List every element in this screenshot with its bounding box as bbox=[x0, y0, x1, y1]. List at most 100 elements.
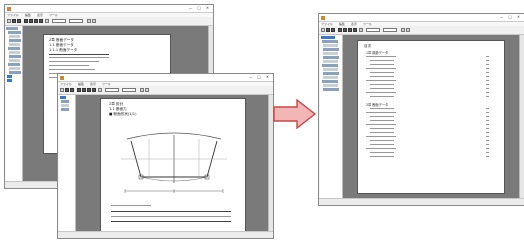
save-icon[interactable] bbox=[65, 87, 69, 92]
toc-line[interactable] bbox=[366, 136, 396, 137]
toc-line[interactable] bbox=[370, 128, 394, 129]
tree-item[interactable] bbox=[9, 71, 21, 74]
tree-item[interactable] bbox=[322, 40, 338, 43]
save-icon[interactable] bbox=[12, 18, 16, 23]
prev-page-icon[interactable] bbox=[343, 27, 347, 32]
tree-item-selected[interactable] bbox=[321, 36, 335, 39]
toc-line[interactable] bbox=[370, 96, 394, 97]
tree-item[interactable] bbox=[323, 44, 338, 47]
toc-line[interactable] bbox=[370, 72, 394, 73]
next-page-icon[interactable] bbox=[348, 27, 352, 32]
toc-line[interactable] bbox=[366, 124, 396, 125]
rotate-icon[interactable] bbox=[401, 27, 405, 32]
tree-item-selected[interactable] bbox=[7, 75, 12, 78]
toc-line[interactable] bbox=[366, 80, 396, 81]
help-icon[interactable] bbox=[92, 18, 96, 23]
tree-item[interactable] bbox=[8, 63, 20, 66]
last-page-icon[interactable] bbox=[39, 18, 43, 23]
help-icon[interactable] bbox=[406, 27, 410, 32]
outline-tree[interactable] bbox=[59, 95, 76, 232]
tree-item[interactable] bbox=[61, 100, 69, 103]
zoom-select[interactable] bbox=[69, 18, 83, 23]
tree-item[interactable] bbox=[323, 68, 338, 71]
tree-item[interactable] bbox=[323, 48, 339, 51]
print-icon[interactable] bbox=[17, 18, 21, 23]
tree-item[interactable] bbox=[323, 56, 339, 59]
tree-item[interactable] bbox=[9, 39, 21, 42]
toc-line[interactable] bbox=[370, 84, 394, 85]
tree-item[interactable] bbox=[323, 72, 339, 75]
tree-item[interactable] bbox=[323, 84, 338, 87]
last-page-icon[interactable] bbox=[92, 87, 96, 92]
toc-line[interactable] bbox=[370, 132, 394, 133]
toc-line[interactable] bbox=[370, 64, 394, 65]
save-icon[interactable] bbox=[326, 27, 330, 32]
tree-item[interactable] bbox=[322, 80, 338, 83]
outline-tree[interactable] bbox=[320, 35, 343, 199]
toc-line[interactable] bbox=[370, 140, 394, 141]
rotate-icon[interactable] bbox=[140, 87, 144, 92]
vertical-scrollbar[interactable] bbox=[519, 35, 524, 199]
tree-item[interactable] bbox=[323, 60, 338, 63]
open-icon[interactable] bbox=[60, 87, 64, 92]
tree-item[interactable] bbox=[323, 52, 338, 55]
page-number-input[interactable] bbox=[52, 18, 66, 23]
window-controls-icon[interactable]: — □ ✕ bbox=[500, 14, 522, 21]
window-controls-icon[interactable]: — □ ✕ bbox=[249, 74, 271, 81]
help-icon[interactable] bbox=[145, 87, 149, 92]
toc-line[interactable] bbox=[366, 56, 396, 57]
page-number-input[interactable] bbox=[366, 27, 380, 32]
last-page-icon[interactable] bbox=[353, 27, 357, 32]
print-icon[interactable] bbox=[70, 87, 74, 92]
tree-item[interactable] bbox=[9, 43, 20, 46]
toc-line[interactable] bbox=[370, 152, 394, 153]
next-page-icon[interactable] bbox=[34, 18, 38, 23]
tree-item[interactable] bbox=[322, 64, 338, 67]
window-controls-icon[interactable]: — □ ✕ bbox=[189, 5, 211, 12]
outline-tree[interactable] bbox=[6, 26, 23, 182]
toc-line[interactable] bbox=[366, 68, 396, 69]
toc-line[interactable] bbox=[366, 92, 396, 93]
find-icon[interactable] bbox=[98, 87, 102, 92]
find-icon[interactable] bbox=[45, 18, 49, 23]
toc-line[interactable] bbox=[370, 108, 394, 109]
first-page-icon[interactable] bbox=[24, 18, 28, 23]
toc-entry[interactable]: 1章 構造データ bbox=[366, 51, 388, 55]
tree-item-selected[interactable] bbox=[7, 79, 12, 82]
zoom-select[interactable] bbox=[122, 87, 136, 92]
tree-item[interactable] bbox=[323, 76, 338, 79]
tree-item[interactable] bbox=[8, 31, 21, 34]
find-icon[interactable] bbox=[359, 27, 363, 32]
toc-line[interactable] bbox=[370, 156, 394, 157]
prev-page-icon[interactable] bbox=[82, 87, 86, 92]
tree-item[interactable] bbox=[61, 108, 69, 111]
first-page-icon[interactable] bbox=[77, 87, 81, 92]
toc-line[interactable] bbox=[370, 60, 394, 61]
zoom-select[interactable] bbox=[383, 27, 397, 32]
toc-line[interactable] bbox=[366, 148, 396, 149]
tree-item-selected[interactable] bbox=[60, 96, 66, 99]
toc-line[interactable] bbox=[366, 112, 396, 113]
tree-item[interactable] bbox=[61, 104, 69, 107]
tree-item[interactable] bbox=[8, 47, 20, 50]
tree-item[interactable] bbox=[6, 27, 18, 30]
print-icon[interactable] bbox=[331, 27, 335, 32]
toc-line[interactable] bbox=[370, 116, 394, 117]
page-view[interactable]: 目次 1章 構造データ 2章 断面データ bbox=[343, 35, 519, 199]
toc-entry[interactable]: 2章 断面データ bbox=[366, 103, 388, 107]
toc-line[interactable] bbox=[370, 76, 394, 77]
toc-line[interactable] bbox=[370, 120, 394, 121]
prev-page-icon[interactable] bbox=[29, 18, 33, 23]
tree-item[interactable] bbox=[323, 88, 339, 91]
rotate-icon[interactable] bbox=[87, 18, 91, 23]
toc-line[interactable] bbox=[370, 144, 394, 145]
first-page-icon[interactable] bbox=[338, 27, 342, 32]
page-number-input[interactable] bbox=[105, 87, 119, 92]
open-icon[interactable] bbox=[321, 27, 325, 32]
tree-item[interactable] bbox=[9, 67, 20, 70]
next-page-icon[interactable] bbox=[87, 87, 91, 92]
tree-item[interactable] bbox=[9, 51, 20, 54]
tree-item[interactable] bbox=[9, 55, 21, 58]
page-view[interactable]: 2章 設計 1.1 断面力 ■ 断面形状(1/1) bbox=[76, 95, 268, 232]
tree-item[interactable] bbox=[9, 35, 20, 38]
